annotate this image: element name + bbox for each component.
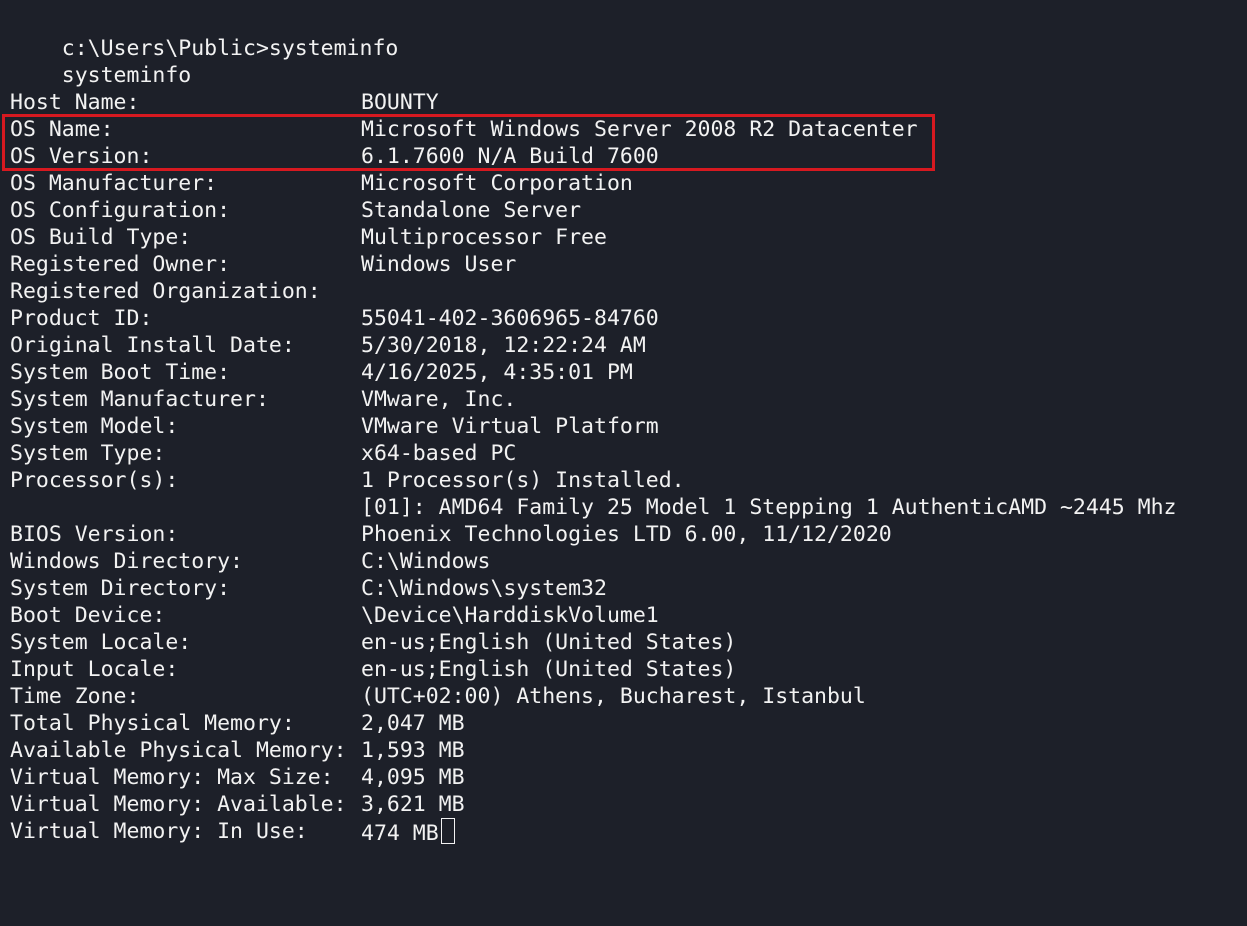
row-value: Microsoft Corporation	[361, 171, 633, 196]
row-value: C:\Windows\system32	[361, 576, 607, 601]
row-value: Phoenix Technologies LTD 6.00, 11/12/202…	[361, 522, 892, 547]
row-value: 1,593 MB	[361, 738, 465, 763]
output-row-os-configuration: OS Configuration: Standalone Server	[10, 197, 581, 224]
row-value: C:\Windows	[361, 549, 491, 574]
output-row-registered-organization: Registered Organization:	[10, 278, 321, 305]
row-value: x64-based PC	[361, 441, 517, 466]
row-value: 55041-402-3606965-84760	[361, 306, 659, 331]
row-label: Boot Device:	[10, 603, 166, 628]
row-label: Total Physical Memory:	[10, 711, 295, 736]
row-label: Host Name:	[10, 90, 140, 115]
row-value: Standalone Server	[361, 198, 582, 223]
output-row-system-manufacturer: System Manufacturer: VMware, Inc.	[10, 386, 516, 413]
row-label: Virtual Memory: In Use:	[10, 819, 308, 844]
row-value: 5/30/2018, 12:22:24 AM	[361, 333, 646, 358]
row-label: BIOS Version:	[10, 522, 179, 547]
row-label: System Manufacturer:	[10, 387, 269, 412]
row-value: Multiprocessor Free	[361, 225, 607, 250]
output-row-system-locale: System Locale: en-us;English (United Sta…	[10, 629, 736, 656]
output-row-virtual-memory-in-use: Virtual Memory: In Use: 474 MB	[10, 818, 455, 846]
row-label: Original Install Date:	[10, 333, 295, 358]
row-value: BOUNTY	[361, 90, 439, 115]
output-row-product-id: Product ID: 55041-402-3606965-84760	[10, 305, 659, 332]
row-value: 4,095 MB	[361, 765, 465, 790]
output-row-windows-directory: Windows Directory: C:\Windows	[10, 548, 490, 575]
row-label: System Locale:	[10, 630, 192, 655]
output-row-input-locale: Input Locale: en-us;English (United Stat…	[10, 656, 736, 683]
row-label: Processor(s):	[10, 468, 179, 493]
row-value: (UTC+02:00) Athens, Bucharest, Istanbul	[361, 684, 866, 709]
command-prompt-line: c:\Users\Public>systeminfo	[10, 8, 399, 61]
command-echo-line: systeminfo	[10, 35, 191, 88]
row-label: Available Physical Memory:	[10, 738, 347, 763]
output-row-processors: Processor(s): 1 Processor(s) Installed.	[10, 467, 685, 494]
output-row-registered-owner: Registered Owner: Windows User	[10, 251, 516, 278]
output-row-original-install-date: Original Install Date: 5/30/2018, 12:22:…	[10, 332, 646, 359]
row-label: System Directory:	[10, 576, 231, 601]
row-value: en-us;English (United States)	[361, 657, 737, 682]
row-value: 1 Processor(s) Installed.	[361, 468, 685, 493]
row-value: VMware Virtual Platform	[361, 414, 659, 439]
output-row-time-zone: Time Zone: (UTC+02:00) Athens, Bucharest…	[10, 683, 866, 710]
row-value: \Device\HarddiskVolume1	[361, 603, 659, 628]
row-label: Time Zone:	[10, 684, 140, 709]
row-value: VMware, Inc.	[361, 387, 517, 412]
output-row-total-physical-memory: Total Physical Memory: 2,047 MB	[10, 710, 465, 737]
row-label: Windows Directory:	[10, 549, 243, 574]
output-row-processor-detail: [01]: AMD64 Family 25 Model 1 Stepping 1…	[10, 494, 1176, 521]
row-label: Registered Owner:	[10, 252, 231, 277]
output-row-virtual-memory-max-size: Virtual Memory: Max Size: 4,095 MB	[10, 764, 465, 791]
output-row-boot-device: Boot Device: \Device\HarddiskVolume1	[10, 602, 659, 629]
row-value-text: 474 MB	[361, 821, 439, 846]
row-value: 2,047 MB	[361, 711, 465, 736]
row-label: System Type:	[10, 441, 166, 466]
row-label: OS Manufacturer:	[10, 171, 218, 196]
output-row-virtual-memory-available: Virtual Memory: Available: 3,621 MB	[10, 791, 465, 818]
output-row-available-physical-memory: Available Physical Memory: 1,593 MB	[10, 737, 465, 764]
os-info-highlight-box	[2, 114, 935, 171]
row-value: Windows User	[361, 252, 517, 277]
output-row-system-type: System Type: x64-based PC	[10, 440, 516, 467]
output-row-system-model: System Model: VMware Virtual Platform	[10, 413, 659, 440]
row-label: Registered Organization:	[10, 279, 321, 304]
row-label: OS Configuration:	[10, 198, 231, 223]
row-value: 4/16/2025, 4:35:01 PM	[361, 360, 633, 385]
echo-text: systeminfo	[61, 63, 192, 88]
row-label: System Boot Time:	[10, 360, 231, 385]
output-row-system-boot-time: System Boot Time: 4/16/2025, 4:35:01 PM	[10, 359, 633, 386]
row-label: Virtual Memory: Max Size:	[10, 765, 334, 790]
output-row-host-name: Host Name: BOUNTY	[10, 89, 439, 116]
output-row-system-directory: System Directory: C:\Windows\system32	[10, 575, 607, 602]
text-cursor	[440, 818, 455, 844]
output-row-os-manufacturer: OS Manufacturer: Microsoft Corporation	[10, 170, 633, 197]
row-value: en-us;English (United States)	[361, 630, 737, 655]
row-label: OS Build Type:	[10, 225, 192, 250]
row-label: Virtual Memory: Available:	[10, 792, 347, 817]
output-row-os-build-type: OS Build Type: Multiprocessor Free	[10, 224, 607, 251]
row-value: 3,621 MB	[361, 792, 465, 817]
row-value: [01]: AMD64 Family 25 Model 1 Stepping 1…	[361, 495, 1177, 520]
row-label: Input Locale:	[10, 657, 179, 682]
row-label: Product ID:	[10, 306, 153, 331]
output-row-bios-version: BIOS Version: Phoenix Technologies LTD 6…	[10, 521, 892, 548]
row-label: System Model:	[10, 414, 179, 439]
